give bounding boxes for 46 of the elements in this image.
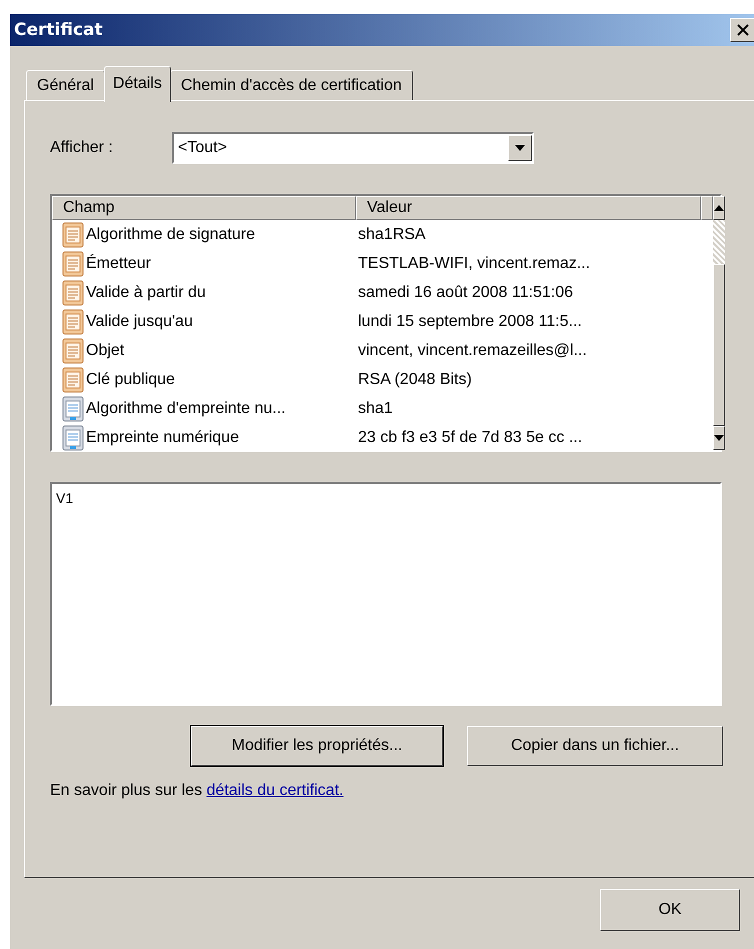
field-name: Empreinte numérique (86, 428, 239, 446)
scrollbar-thumb[interactable] (713, 264, 725, 426)
field-value: RSA (2048 Bits) (358, 370, 472, 388)
document-icon (62, 308, 84, 334)
learn-more-text: En savoir plus sur les détails du certificat. (50, 782, 344, 800)
field-value: samedi 16 août 2008 11:51:06 (358, 284, 573, 300)
detail-text: V1 (56, 490, 74, 506)
document-icon (62, 338, 84, 364)
document-icon (62, 396, 84, 422)
document-icon (62, 280, 84, 306)
window-title: Certificat (14, 20, 103, 40)
scroll-down-button[interactable] (713, 426, 725, 450)
field-value: 23 cb f3 e3 5f de 7d 83 5e cc ... (358, 428, 582, 446)
document-icon (62, 250, 84, 276)
field-value: lundi 15 septembre 2008 11:5... (358, 312, 582, 330)
close-button[interactable] (730, 18, 754, 42)
field-name: Valide à partir du (86, 284, 206, 302)
column-header[interactable]: Champ (52, 196, 356, 220)
field-name: Objet (86, 342, 124, 360)
scroll-down-icon (714, 435, 724, 441)
field-name: Clé publique (86, 370, 175, 388)
scroll-up-button[interactable] (713, 196, 725, 220)
close-icon (736, 24, 750, 36)
document-icon (62, 222, 84, 248)
field-value: sha1 (358, 400, 393, 416)
field-name: Algorithme d'empreinte nu... (86, 400, 286, 418)
show-dropdown[interactable]: <Tout> (172, 132, 534, 164)
ok-button[interactable]: OK (600, 889, 740, 931)
scrollbar[interactable] (713, 196, 725, 450)
field-name: Émetteur (86, 254, 151, 272)
column-header[interactable]: Valeur (356, 196, 701, 220)
field-name: Valide jusqu'au (86, 312, 193, 330)
certificate-details-link[interactable]: détails du certificat. (206, 782, 344, 799)
field-value: sha1RSA (358, 226, 426, 242)
tab[interactable]: Chemin d'accès de certification (170, 70, 413, 100)
action-button[interactable]: Modifier les propriétés... (191, 726, 443, 766)
field-name: Algorithme de signature (86, 226, 255, 244)
tab[interactable]: Général (26, 70, 105, 100)
scroll-up-icon (714, 205, 724, 211)
action-button[interactable]: Copier dans un fichier... (467, 726, 723, 766)
field-value: vincent, vincent.remazeilles@l... (358, 342, 587, 358)
field-value: TESTLAB-WIFI, vincent.remaz... (358, 254, 590, 272)
detail-box[interactable]: V1 (50, 482, 722, 706)
document-icon (62, 366, 84, 392)
tab[interactable]: Détails (104, 66, 171, 102)
show-label: Afficher : (50, 139, 114, 157)
